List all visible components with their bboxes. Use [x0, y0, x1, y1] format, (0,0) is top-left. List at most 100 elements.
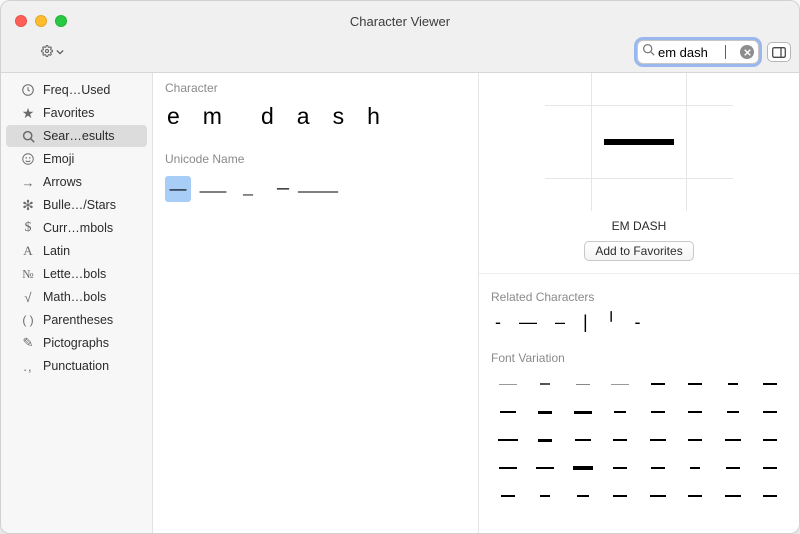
font-variant-cell[interactable]	[568, 457, 598, 479]
font-variant-cell[interactable]	[718, 373, 748, 395]
unicode-result-item[interactable]: ﹘	[235, 176, 261, 202]
font-variant-cell[interactable]	[681, 373, 711, 395]
sidebar-item-label: Favorites	[43, 106, 94, 120]
sidebar-item[interactable]: →Arrows	[6, 171, 147, 193]
query-glyph[interactable]: a	[297, 103, 311, 130]
font-variant-cell[interactable]	[643, 429, 673, 451]
query-glyph[interactable]: d	[261, 103, 275, 130]
font-variant-cell[interactable]	[718, 457, 748, 479]
font-variant-cell[interactable]	[606, 429, 636, 451]
font-variant-cell[interactable]	[643, 457, 673, 479]
font-variant-cell[interactable]	[756, 373, 786, 395]
font-variant-cell[interactable]	[493, 457, 523, 479]
window-controls	[15, 15, 67, 27]
unicode-results-row: — ⸺ ﹘ ─ ⸻	[153, 172, 478, 206]
font-variant-cell[interactable]	[606, 401, 636, 423]
query-glyph[interactable]: e	[167, 103, 181, 130]
minimize-window-button[interactable]	[35, 15, 47, 27]
font-variant-cell[interactable]	[531, 429, 561, 451]
font-variant-cell[interactable]	[681, 401, 711, 423]
related-character[interactable]: —	[519, 312, 537, 333]
font-variant-cell[interactable]	[643, 485, 673, 507]
unicode-result-item[interactable]: —	[165, 176, 191, 202]
clear-search-button[interactable]	[740, 45, 754, 59]
sidebar-item[interactable]: Sear…esults	[6, 125, 147, 147]
pencil-icon: ✎	[20, 335, 36, 351]
font-variation-heading: Font Variation	[479, 337, 799, 369]
font-variant-cell[interactable]	[493, 373, 523, 395]
unicode-result-item[interactable]: ⸻	[305, 176, 331, 202]
query-glyph[interactable]: h	[367, 103, 381, 130]
font-variant-cell[interactable]	[493, 429, 523, 451]
font-variant-cell[interactable]	[606, 457, 636, 479]
font-variant-cell[interactable]	[568, 429, 598, 451]
font-variant-cell[interactable]	[531, 485, 561, 507]
font-variant-cell[interactable]	[531, 373, 561, 395]
font-variant-cell[interactable]	[718, 401, 748, 423]
font-variant-cell[interactable]	[718, 485, 748, 507]
font-variant-cell[interactable]	[568, 373, 598, 395]
sidebar-item-label: Math…bols	[43, 290, 106, 304]
search-input[interactable]	[655, 45, 725, 60]
sidebar-item[interactable]: №Lette…bols	[6, 263, 147, 285]
font-variant-cell[interactable]	[643, 373, 673, 395]
related-characters-row: -—‒|╵-	[479, 310, 799, 337]
font-variant-cell[interactable]	[568, 401, 598, 423]
unicode-section-heading: Unicode Name	[153, 144, 478, 172]
font-variant-cell[interactable]	[531, 401, 561, 423]
font-variant-cell[interactable]	[643, 401, 673, 423]
character-glyph-row: em dash	[153, 101, 478, 144]
font-variant-cell[interactable]	[756, 485, 786, 507]
related-character[interactable]: ‒	[555, 312, 565, 333]
sidebar-item[interactable]: $Curr…mbols	[6, 217, 147, 239]
search-field[interactable]	[637, 40, 759, 64]
query-glyph[interactable]: s	[333, 103, 346, 130]
font-variant-cell[interactable]	[681, 485, 711, 507]
action-menu-button[interactable]	[41, 45, 64, 60]
search-icon	[20, 128, 36, 144]
root-icon: √	[20, 289, 36, 305]
sidebar-item[interactable]: √ Math…bols	[6, 286, 147, 308]
dollar-icon: $	[20, 220, 36, 236]
font-variant-cell[interactable]	[756, 429, 786, 451]
zoom-window-button[interactable]	[55, 15, 67, 27]
sidebar-item-label: Bulle…/Stars	[43, 198, 116, 212]
sidebar-item[interactable]: ( )Parentheses	[6, 309, 147, 331]
font-variation-grid	[479, 369, 799, 517]
related-character[interactable]: ╵	[606, 312, 617, 333]
query-glyph[interactable]: m	[203, 103, 223, 130]
font-variant-cell[interactable]	[756, 457, 786, 479]
sidebar-item[interactable]: ✻Bulle…/Stars	[6, 194, 147, 216]
unicode-result-item[interactable]: ─	[270, 176, 296, 202]
font-variant-cell[interactable]	[681, 429, 711, 451]
unicode-result-item[interactable]: ⸺	[200, 176, 226, 202]
sidebar-item-label: Latin	[43, 244, 70, 258]
font-variant-cell[interactable]	[606, 373, 636, 395]
glyph-preview[interactable]	[569, 87, 709, 197]
font-variant-cell[interactable]	[606, 485, 636, 507]
related-character[interactable]: |	[583, 312, 588, 333]
toggle-detail-panel-button[interactable]	[767, 42, 791, 62]
detail-pane: EM DASH Add to Favorites Related Charact…	[479, 73, 799, 533]
add-to-favorites-button[interactable]: Add to Favorites	[584, 241, 693, 261]
font-variant-cell[interactable]	[531, 457, 561, 479]
sidebar-item[interactable]: Freq…Used	[6, 79, 147, 101]
sidebar-item-label: Sear…esults	[43, 129, 115, 143]
related-character[interactable]: -	[495, 312, 501, 333]
sidebar-item[interactable]: .,Punctuation	[6, 355, 147, 377]
font-variant-cell[interactable]	[568, 485, 598, 507]
font-variant-cell[interactable]	[718, 429, 748, 451]
sidebar-item[interactable]: ALatin	[6, 240, 147, 262]
font-variant-cell[interactable]	[756, 401, 786, 423]
font-variant-cell[interactable]	[493, 401, 523, 423]
sidebar-item-label: Emoji	[43, 152, 74, 166]
font-variant-cell[interactable]	[681, 457, 711, 479]
sidebar-item-label: Parentheses	[43, 313, 113, 327]
sidebar-item[interactable]: ★Favorites	[6, 102, 147, 124]
sidebar-item[interactable]: Emoji	[6, 148, 147, 170]
search-icon	[642, 43, 655, 61]
sidebar-item[interactable]: ✎Pictographs	[6, 332, 147, 354]
font-variant-cell[interactable]	[493, 485, 523, 507]
close-window-button[interactable]	[15, 15, 27, 27]
related-character[interactable]: -	[635, 312, 641, 333]
